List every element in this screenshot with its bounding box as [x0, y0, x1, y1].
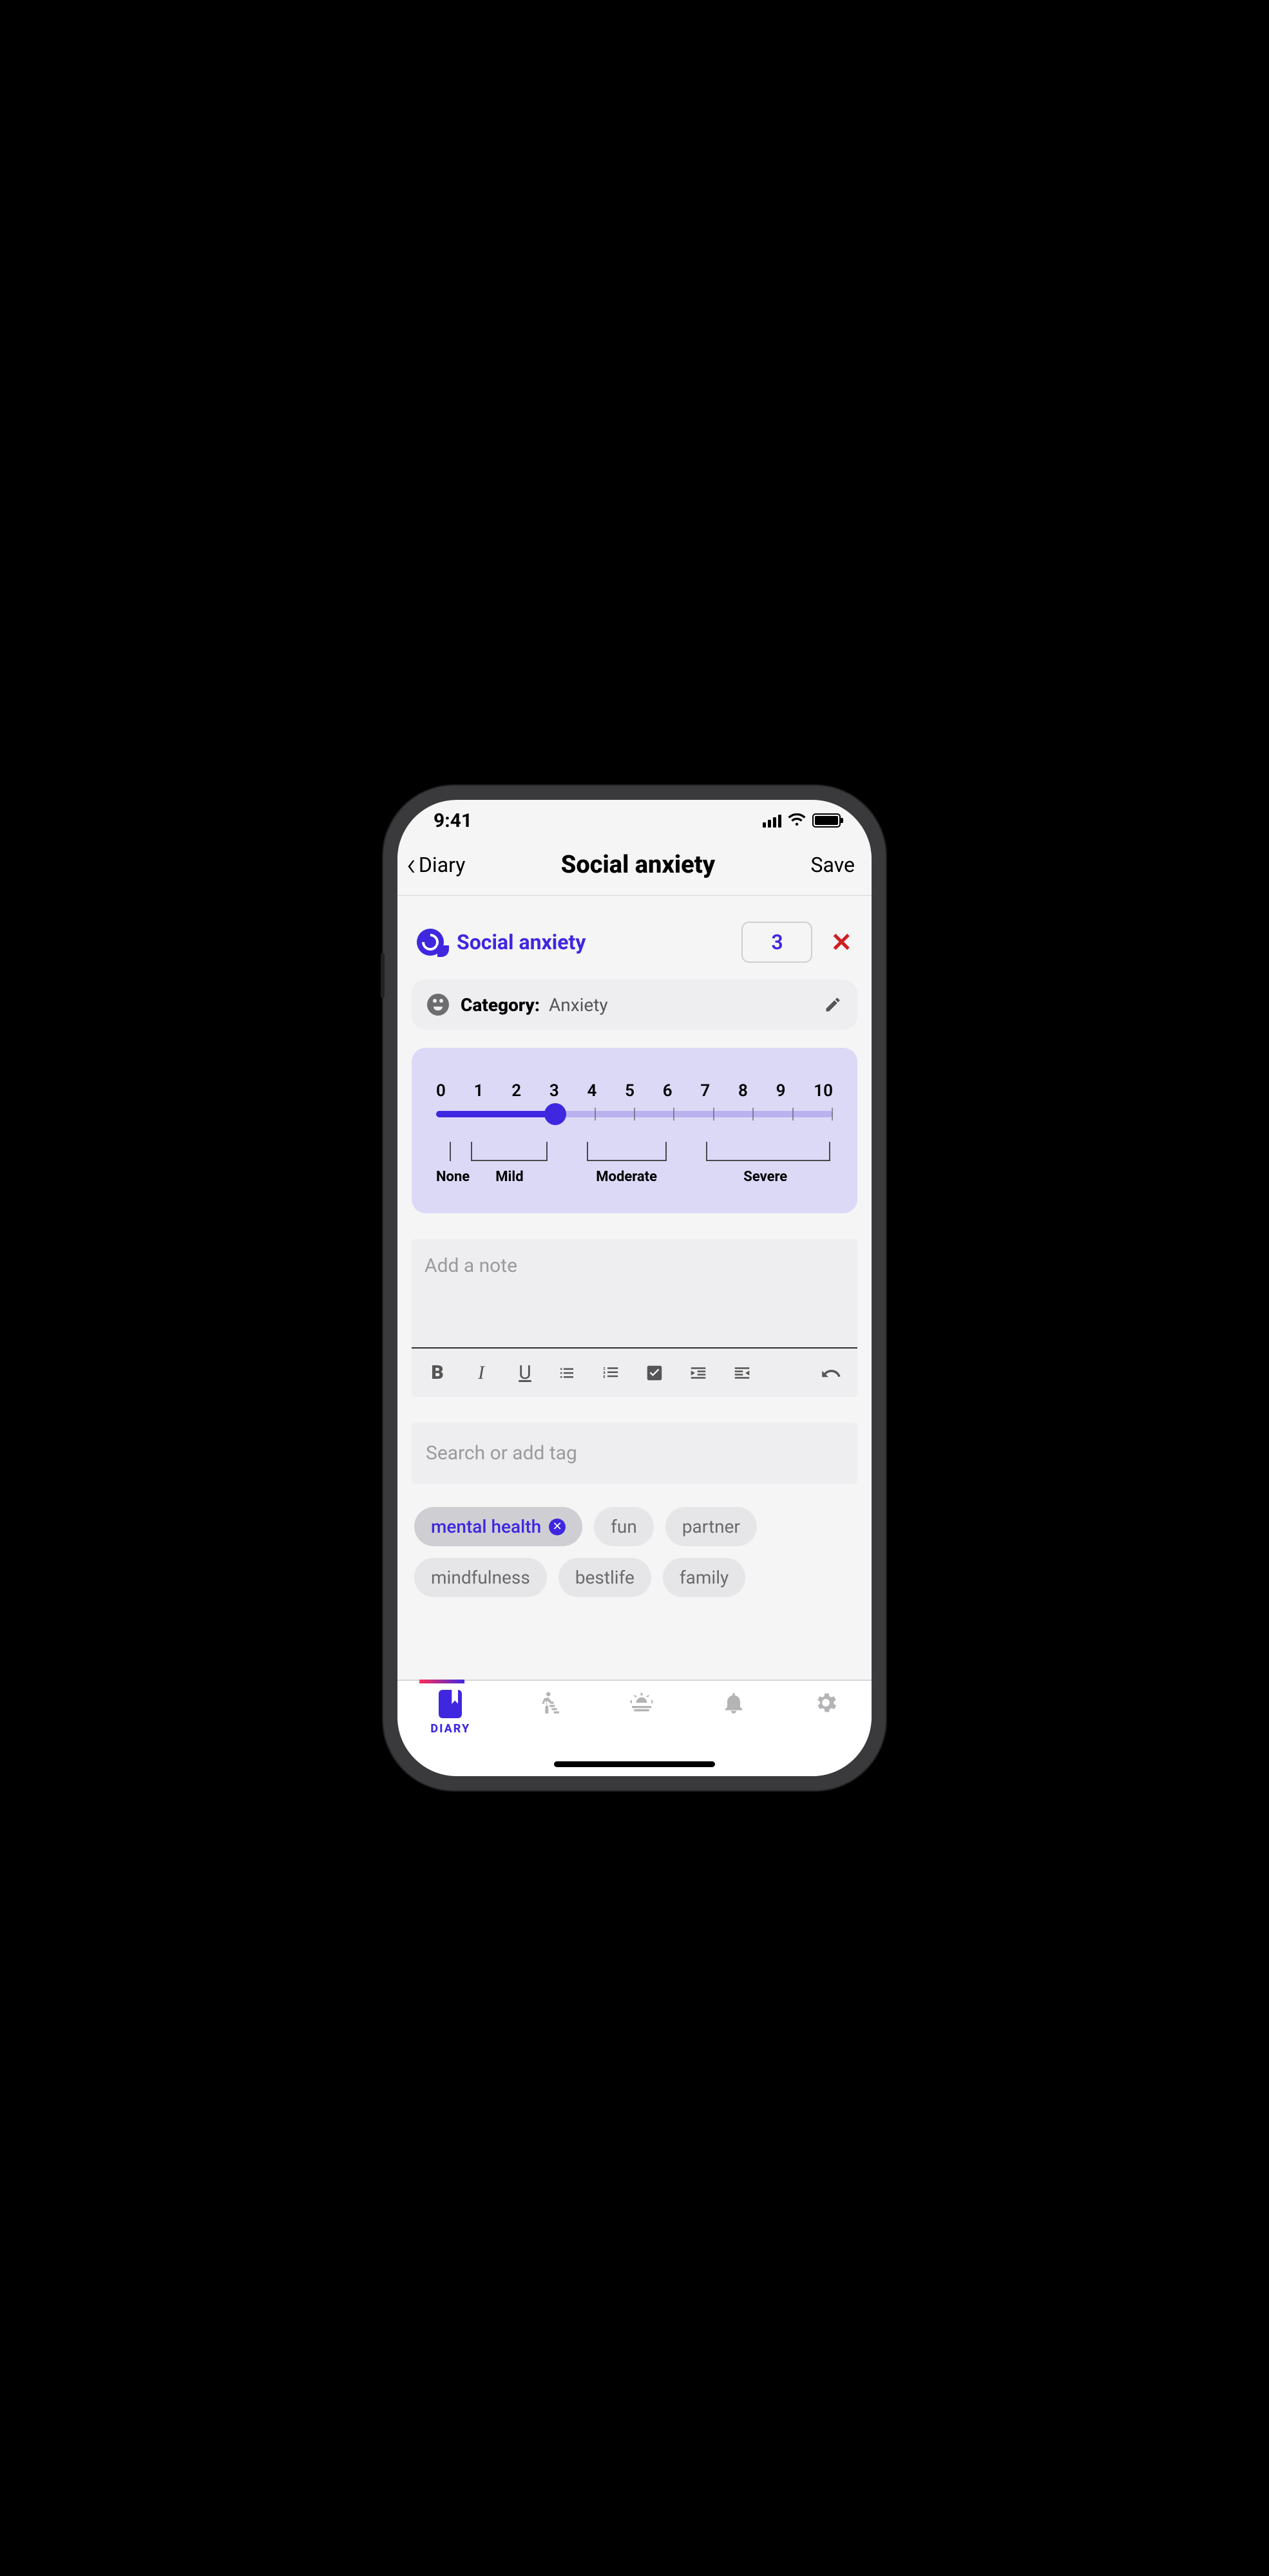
category-row[interactable]: Category: Anxiety — [412, 980, 857, 1030]
tab-settings[interactable] — [813, 1690, 839, 1716]
back-button[interactable]: ‹ Diary — [406, 849, 465, 881]
tag-mental-health[interactable]: mental health ✕ — [414, 1507, 582, 1546]
tag-mindfulness[interactable]: mindfulness — [414, 1558, 547, 1597]
bold-button[interactable]: B — [426, 1361, 449, 1384]
status-time: 9:41 — [434, 810, 472, 832]
severity-slider-card: 0 1 2 3 4 5 6 7 8 9 10 — [412, 1048, 857, 1213]
save-button[interactable]: Save — [811, 853, 855, 877]
slider-fill — [436, 1111, 555, 1117]
tag-list: mental health ✕ fun partner mindfulness … — [412, 1507, 857, 1616]
tab-insights[interactable] — [629, 1690, 654, 1716]
tab-progress[interactable] — [537, 1690, 562, 1716]
nav-header: ‹ Diary Social anxiety Save — [397, 841, 872, 896]
note-input[interactable]: Add a note — [412, 1239, 857, 1349]
chevron-left-icon: ‹ — [406, 849, 416, 881]
content-scroll[interactable]: Social anxiety 3 ✕ Category: Anxiety — [397, 896, 872, 1680]
page-title: Social anxiety — [561, 851, 715, 879]
indent-right-button[interactable] — [689, 1363, 712, 1383]
diary-icon — [439, 1690, 462, 1718]
status-bar: 9:41 — [397, 800, 872, 841]
battery-icon — [812, 813, 841, 828]
pencil-icon[interactable] — [824, 996, 842, 1014]
note-toolbar: B I U — [412, 1349, 857, 1397]
numbered-list-button[interactable] — [601, 1363, 624, 1383]
severity-slider[interactable] — [436, 1111, 833, 1117]
bell-icon — [721, 1690, 747, 1716]
anxiety-head-icon — [417, 929, 444, 956]
tab-diary[interactable]: DIARY — [430, 1690, 470, 1736]
wifi-icon — [788, 813, 806, 828]
steps-icon — [537, 1690, 562, 1716]
italic-button[interactable]: I — [470, 1362, 493, 1384]
home-indicator[interactable] — [554, 1761, 715, 1767]
sun-icon — [629, 1690, 654, 1716]
checklist-button[interactable] — [645, 1363, 668, 1383]
close-icon[interactable]: ✕ — [830, 927, 852, 958]
symptom-header: Social anxiety 3 ✕ — [412, 913, 857, 980]
indent-left-button[interactable] — [732, 1363, 756, 1383]
tag-search-input[interactable]: Search or add tag — [412, 1423, 857, 1484]
slider-tick-labels: 0 1 2 3 4 5 6 7 8 9 10 — [436, 1081, 833, 1101]
tag-fun[interactable]: fun — [594, 1507, 654, 1546]
category-label: Category: — [461, 994, 540, 1016]
back-label: Diary — [419, 853, 465, 877]
undo-button[interactable] — [820, 1363, 843, 1383]
note-card: Add a note B I U — [412, 1239, 857, 1397]
symptom-name: Social anxiety — [457, 930, 586, 954]
cellular-icon — [763, 813, 781, 828]
tag-partner[interactable]: partner — [665, 1507, 757, 1546]
bullet-list-button[interactable] — [557, 1363, 580, 1383]
tab-bar: DIARY — [397, 1680, 872, 1776]
slider-range-labels: None Mild Moderate Severe — [436, 1142, 833, 1185]
face-icon — [427, 994, 449, 1016]
status-icons — [763, 813, 841, 828]
tab-reminders[interactable] — [721, 1690, 747, 1716]
tag-bestlife[interactable]: bestlife — [558, 1558, 651, 1597]
remove-tag-icon[interactable]: ✕ — [549, 1519, 566, 1535]
slider-thumb[interactable] — [544, 1103, 566, 1125]
category-value: Anxiety — [549, 994, 608, 1016]
gear-icon — [813, 1690, 839, 1716]
symptom-value-box[interactable]: 3 — [741, 922, 812, 963]
tag-family[interactable]: family — [663, 1558, 745, 1597]
underline-button[interactable]: U — [513, 1361, 537, 1384]
